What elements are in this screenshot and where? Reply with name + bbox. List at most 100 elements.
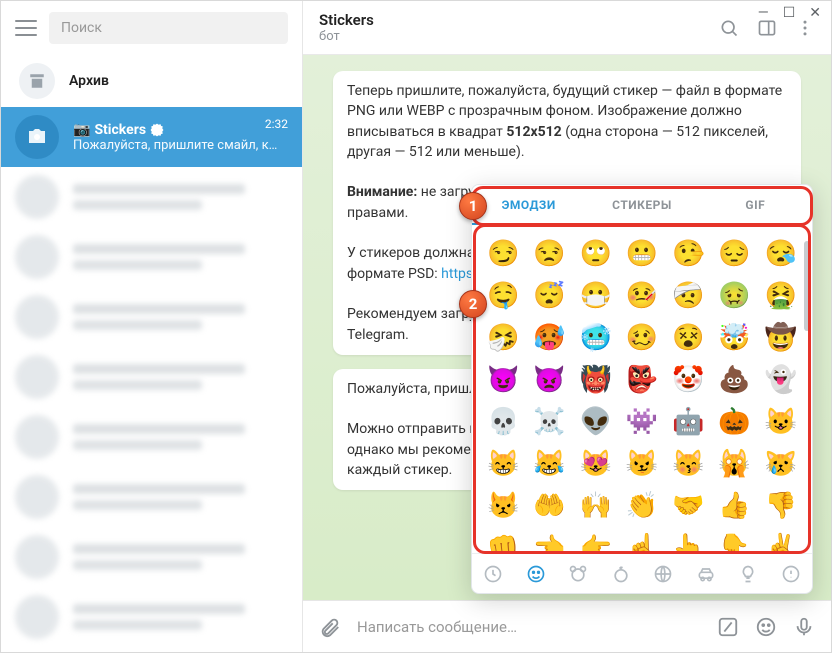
emoji-item[interactable]: 🤢 bbox=[711, 275, 757, 317]
cat-smileys-icon[interactable] bbox=[526, 564, 546, 584]
emoji-scrollbar[interactable] bbox=[804, 237, 810, 549]
close-button[interactable]: ✕ bbox=[809, 5, 821, 21]
emoji-item[interactable]: 😬 bbox=[619, 233, 665, 275]
emoji-item[interactable]: 😷 bbox=[573, 275, 619, 317]
emoji-item[interactable]: 😵 bbox=[665, 317, 711, 359]
emoji-item[interactable]: 😼 bbox=[619, 443, 665, 485]
chat-row[interactable] bbox=[1, 347, 302, 407]
maximize-button[interactable]: ☐ bbox=[783, 5, 796, 21]
archive-icon bbox=[19, 63, 55, 99]
emoji-item[interactable]: 🥴 bbox=[619, 317, 665, 359]
search-icon[interactable] bbox=[719, 18, 739, 38]
emoji-item[interactable]: 👻 bbox=[758, 359, 804, 401]
composer: Написать сообщение… bbox=[303, 600, 831, 652]
voice-icon[interactable] bbox=[793, 616, 815, 638]
emoji-item[interactable]: 🤮 bbox=[758, 275, 804, 317]
chat-name: Stickers bbox=[94, 122, 146, 138]
chat-row[interactable] bbox=[1, 227, 302, 287]
emoji-item[interactable]: 😹 bbox=[526, 443, 572, 485]
emoji-item[interactable]: 🎃 bbox=[711, 401, 757, 443]
emoji-item[interactable]: 🤥 bbox=[665, 233, 711, 275]
attach-icon[interactable] bbox=[319, 616, 341, 638]
emoji-item[interactable]: 🥶 bbox=[573, 317, 619, 359]
cat-food-icon[interactable] bbox=[611, 564, 631, 584]
emoji-item[interactable]: ☝️ bbox=[619, 527, 665, 553]
archive-row[interactable]: Архив bbox=[1, 55, 302, 107]
emoji-item[interactable]: 😾 bbox=[480, 485, 526, 527]
emoji-item[interactable]: 🙀 bbox=[711, 443, 757, 485]
emoji-item[interactable]: 👹 bbox=[573, 359, 619, 401]
chat-row[interactable] bbox=[1, 587, 302, 647]
emoji-item[interactable]: 👍 bbox=[711, 485, 757, 527]
commands-icon[interactable] bbox=[717, 616, 739, 638]
sidebar: Поиск Архив 📷 Stickers Пожалуйста, пришл… bbox=[1, 1, 303, 652]
emoji-item[interactable]: 👉 bbox=[573, 527, 619, 553]
cat-travel-icon[interactable] bbox=[696, 564, 716, 584]
emoji-item[interactable]: 🤤 bbox=[480, 275, 526, 317]
emoji-item[interactable]: 🙄 bbox=[573, 233, 619, 275]
emoji-item[interactable]: 💩 bbox=[711, 359, 757, 401]
emoji-item[interactable]: 😻 bbox=[573, 443, 619, 485]
emoji-item[interactable]: 🤡 bbox=[665, 359, 711, 401]
minimize-button[interactable]: — bbox=[758, 5, 769, 21]
emoji-item[interactable]: ☠️ bbox=[526, 401, 572, 443]
chat-row[interactable] bbox=[1, 527, 302, 587]
emoji-grid[interactable]: 😏😒🙄😬🤥😔😪 🤤😴😷🤒🤕🤢🤮 🤧🥵🥶🥴😵🤯🤠 😈👿👹👺🤡💩👻 💀☠️👽👾🤖🎃😺 😸😹😻😼… bbox=[472, 225, 812, 553]
chat-time: 2:32 bbox=[265, 117, 288, 131]
emoji-item[interactable]: 😈 bbox=[480, 359, 526, 401]
avatar bbox=[15, 115, 59, 159]
emoji-item[interactable]: 🤯 bbox=[711, 317, 757, 359]
cat-symbols-icon[interactable] bbox=[781, 564, 801, 584]
chat-row[interactable] bbox=[1, 467, 302, 527]
emoji-item[interactable]: 👈 bbox=[526, 527, 572, 553]
chat-row[interactable] bbox=[1, 167, 302, 227]
emoji-item[interactable]: 👿 bbox=[526, 359, 572, 401]
search-input[interactable]: Поиск bbox=[49, 12, 288, 44]
emoji-item[interactable]: 👇 bbox=[711, 527, 757, 553]
cat-activity-icon[interactable] bbox=[653, 564, 673, 584]
emoji-item[interactable]: 🤒 bbox=[619, 275, 665, 317]
callout-badge-1: 1 bbox=[459, 192, 487, 220]
emoji-item[interactable]: 😺 bbox=[758, 401, 804, 443]
emoji-item[interactable]: 🙌 bbox=[573, 485, 619, 527]
emoji-item[interactable]: 👾 bbox=[619, 401, 665, 443]
emoji-icon[interactable] bbox=[755, 616, 777, 638]
emoji-item[interactable]: 👺 bbox=[619, 359, 665, 401]
cat-objects-icon[interactable] bbox=[738, 564, 758, 584]
emoji-item[interactable]: 😴 bbox=[526, 275, 572, 317]
chat-row-active[interactable]: 📷 Stickers Пожалуйста, пришлите смайл, к… bbox=[1, 107, 302, 167]
emoji-item[interactable]: 😸 bbox=[480, 443, 526, 485]
emoji-item[interactable]: 😔 bbox=[711, 233, 757, 275]
emoji-item[interactable]: 👽 bbox=[573, 401, 619, 443]
emoji-item[interactable]: 🤲 bbox=[526, 485, 572, 527]
main-pane: — ☐ ✕ Stickers бот Теперь пришлите, пожа… bbox=[303, 1, 831, 652]
tab-stickers[interactable]: СТИКЕРЫ bbox=[585, 185, 698, 225]
emoji-item[interactable]: 😿 bbox=[758, 443, 804, 485]
tab-gif[interactable]: GIF bbox=[699, 185, 812, 225]
emoji-item[interactable]: 🤝 bbox=[665, 485, 711, 527]
chat-preview: Пожалуйста, пришлите смайл, к… bbox=[73, 138, 288, 153]
emoji-item[interactable]: 😏 bbox=[480, 233, 526, 275]
emoji-item[interactable]: 😪 bbox=[758, 233, 804, 275]
emoji-item[interactable]: 😒 bbox=[526, 233, 572, 275]
chat-row[interactable] bbox=[1, 287, 302, 347]
chat-row[interactable] bbox=[1, 407, 302, 467]
emoji-item[interactable]: 💀 bbox=[480, 401, 526, 443]
emoji-item[interactable]: ✌️ bbox=[758, 527, 804, 553]
emoji-item[interactable]: 🤧 bbox=[480, 317, 526, 359]
emoji-item[interactable]: 👆 bbox=[665, 527, 711, 553]
cat-animals-icon[interactable] bbox=[568, 564, 588, 584]
emoji-item[interactable]: 🤖 bbox=[665, 401, 711, 443]
message-input[interactable]: Написать сообщение… bbox=[357, 618, 701, 636]
emoji-item[interactable]: 🤠 bbox=[758, 317, 804, 359]
emoji-item[interactable]: 👊 bbox=[480, 527, 526, 553]
emoji-item[interactable]: 👏 bbox=[619, 485, 665, 527]
emoji-item[interactable]: 😽 bbox=[665, 443, 711, 485]
emoji-item[interactable]: 🤕 bbox=[665, 275, 711, 317]
tab-emoji[interactable]: ЭМОДЗИ bbox=[472, 185, 585, 225]
emoji-category-bar bbox=[472, 553, 812, 593]
cat-recent-icon[interactable] bbox=[483, 564, 503, 584]
menu-button[interactable] bbox=[15, 20, 37, 36]
emoji-item[interactable]: 🥵 bbox=[526, 317, 572, 359]
emoji-item[interactable]: 👎 bbox=[758, 485, 804, 527]
